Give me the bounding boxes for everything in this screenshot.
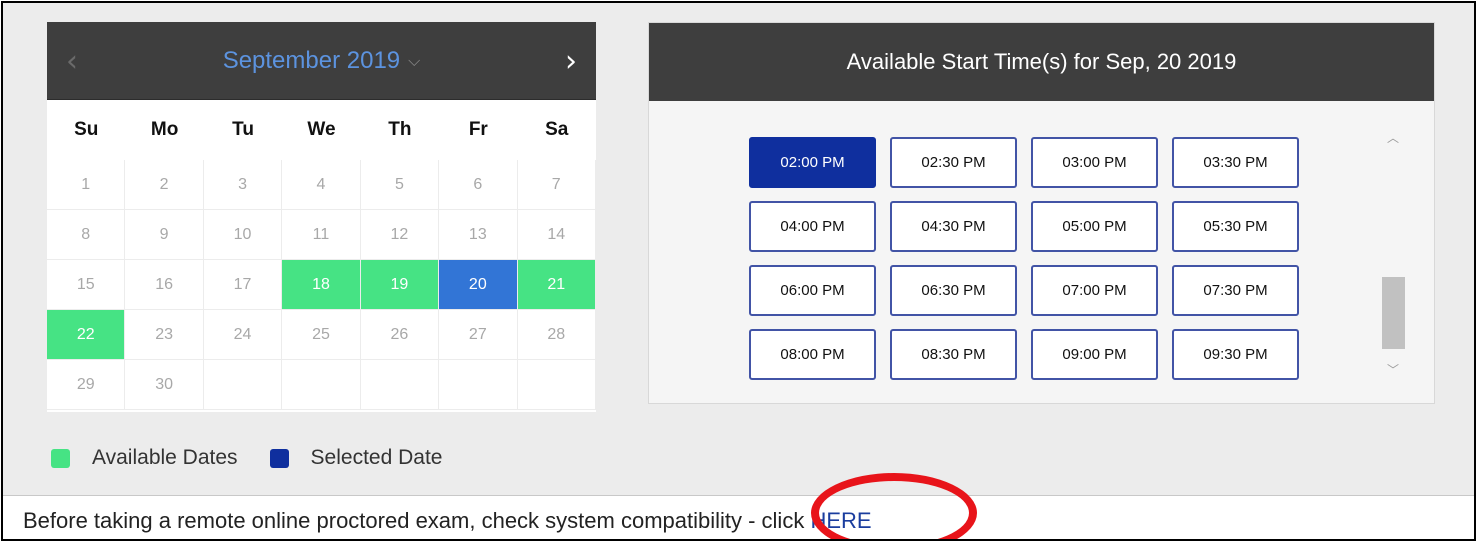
calendar-empty-cell bbox=[439, 360, 518, 410]
calendar-day: 9 bbox=[125, 210, 204, 260]
calendar: ‹ September 2019 ⌵ › Su Mo Tu We Th Fr Sa 1 2 3 4 5… bbox=[47, 22, 596, 412]
calendar-day: 30 bbox=[125, 360, 204, 410]
start-times-title: Available Start Time(s) for Sep, 20 2019 bbox=[649, 23, 1434, 101]
selected-date-label: Selected Date bbox=[310, 446, 443, 469]
time-slot-button[interactable]: 09:00 PM bbox=[1031, 329, 1158, 380]
time-slot-button[interactable]: 02:00 PM bbox=[749, 137, 876, 188]
legend: Available Dates Selected Date bbox=[51, 443, 474, 473]
calendar-day: 16 bbox=[125, 260, 204, 310]
calendar-day: 23 bbox=[125, 310, 204, 360]
scroll-thumb[interactable] bbox=[1382, 277, 1405, 349]
time-slot-button[interactable]: 04:00 PM bbox=[749, 201, 876, 252]
calendar-day: 15 bbox=[47, 260, 126, 310]
weekday-header: Su bbox=[74, 119, 99, 140]
next-month-icon[interactable]: › bbox=[546, 22, 596, 100]
month-selector[interactable]: September 2019 ⌵ bbox=[47, 22, 596, 100]
time-slot-button[interactable]: 08:30 PM bbox=[890, 329, 1017, 380]
calendar-day[interactable]: 18 bbox=[282, 260, 361, 310]
calendar-day: 3 bbox=[203, 160, 283, 210]
calendar-grid: Su Mo Tu We Th Fr Sa 1 2 3 4 5 6 7 8 9 10 11 12 13 14 15 16 17 1… bbox=[47, 100, 596, 410]
time-slot-button[interactable]: 05:00 PM bbox=[1031, 201, 1158, 252]
time-slot-button[interactable]: 06:30 PM bbox=[890, 265, 1017, 316]
calendar-empty-cell bbox=[282, 360, 361, 410]
time-slot-button[interactable]: 07:30 PM bbox=[1172, 265, 1299, 316]
page-frame: ‹ September 2019 ⌵ › Su Mo Tu We Th Fr Sa 1 2 3 4 5… bbox=[1, 1, 1476, 541]
start-times-panel: Available Start Time(s) for Sep, 20 2019… bbox=[648, 22, 1435, 404]
calendar-day: 10 bbox=[203, 210, 283, 260]
calendar-day[interactable]: 19 bbox=[360, 260, 440, 310]
time-slot-button[interactable]: 02:30 PM bbox=[890, 137, 1017, 188]
start-times-body: 02:00 PM 02:30 PM 03:00 PM 03:30 PM 04:00 PM… bbox=[649, 101, 1434, 403]
calendar-day: 13 bbox=[439, 210, 518, 260]
calendar-empty-cell bbox=[517, 360, 596, 410]
chevron-down-icon: ⌵ bbox=[408, 51, 421, 70]
calendar-day: 29 bbox=[47, 360, 126, 410]
time-slot-button[interactable]: 09:30 PM bbox=[1172, 329, 1299, 380]
calendar-day[interactable]: 20 bbox=[439, 260, 518, 310]
scheduler-panel: ‹ September 2019 ⌵ › Su Mo Tu We Th Fr Sa 1 2 3 4 5… bbox=[3, 3, 1474, 496]
available-dates-swatch bbox=[51, 448, 70, 468]
time-slot-button[interactable]: 03:00 PM bbox=[1031, 137, 1158, 188]
calendar-day: 6 bbox=[439, 160, 518, 210]
calendar-day: 17 bbox=[203, 260, 283, 310]
weekday-header: Tu bbox=[232, 119, 254, 140]
calendar-day: 7 bbox=[517, 160, 596, 210]
weekday-header: Sa bbox=[545, 119, 569, 140]
calendar-day: 5 bbox=[360, 160, 440, 210]
calendar-day: 11 bbox=[282, 210, 361, 260]
weekday-header: Th bbox=[388, 119, 412, 140]
calendar-day: 27 bbox=[439, 310, 518, 360]
weekday-header: We bbox=[307, 119, 336, 140]
time-slot-button[interactable]: 04:30 PM bbox=[890, 201, 1017, 252]
time-slot-button[interactable]: 08:00 PM bbox=[749, 329, 876, 380]
calendar-day: 26 bbox=[360, 310, 440, 360]
calendar-day[interactable]: 21 bbox=[517, 260, 596, 310]
compatibility-text: Before taking a remote online proctored … bbox=[23, 508, 811, 533]
calendar-empty-cell bbox=[203, 360, 283, 410]
selected-date-swatch bbox=[269, 448, 289, 468]
calendar-day: 2 bbox=[125, 160, 204, 210]
weekday-header: Mo bbox=[150, 119, 179, 140]
time-slot-scrollbar[interactable]: ︿ ﹀ bbox=[1381, 125, 1405, 381]
scroll-down-icon[interactable]: ﹀ bbox=[1381, 357, 1405, 381]
time-slot-grid: 02:00 PM 02:30 PM 03:00 PM 03:30 PM 04:00 PM… bbox=[749, 137, 1299, 380]
time-slot-button[interactable]: 05:30 PM bbox=[1172, 201, 1299, 252]
time-slot-button[interactable]: 03:30 PM bbox=[1172, 137, 1299, 188]
calendar-header: ‹ September 2019 ⌵ › bbox=[47, 22, 596, 100]
calendar-empty-cell bbox=[360, 360, 440, 410]
calendar-day: 24 bbox=[203, 310, 283, 360]
calendar-day: 12 bbox=[360, 210, 440, 260]
time-slot-button[interactable]: 06:00 PM bbox=[749, 265, 876, 316]
calendar-day: 14 bbox=[517, 210, 596, 260]
calendar-day: 25 bbox=[282, 310, 361, 360]
compatibility-note: Before taking a remote online proctored … bbox=[23, 508, 872, 534]
calendar-day: 4 bbox=[282, 160, 361, 210]
time-slot-button[interactable]: 07:00 PM bbox=[1031, 265, 1158, 316]
calendar-day: 8 bbox=[47, 210, 126, 260]
weekday-header: Fr bbox=[468, 119, 488, 140]
scroll-up-icon[interactable]: ︿ bbox=[1381, 125, 1405, 149]
calendar-day[interactable]: 22 bbox=[47, 310, 126, 360]
calendar-day: 28 bbox=[517, 310, 596, 360]
calendar-day: 1 bbox=[47, 160, 126, 210]
month-label: September 2019 bbox=[222, 47, 401, 74]
available-dates-label: Available Dates bbox=[92, 446, 238, 469]
